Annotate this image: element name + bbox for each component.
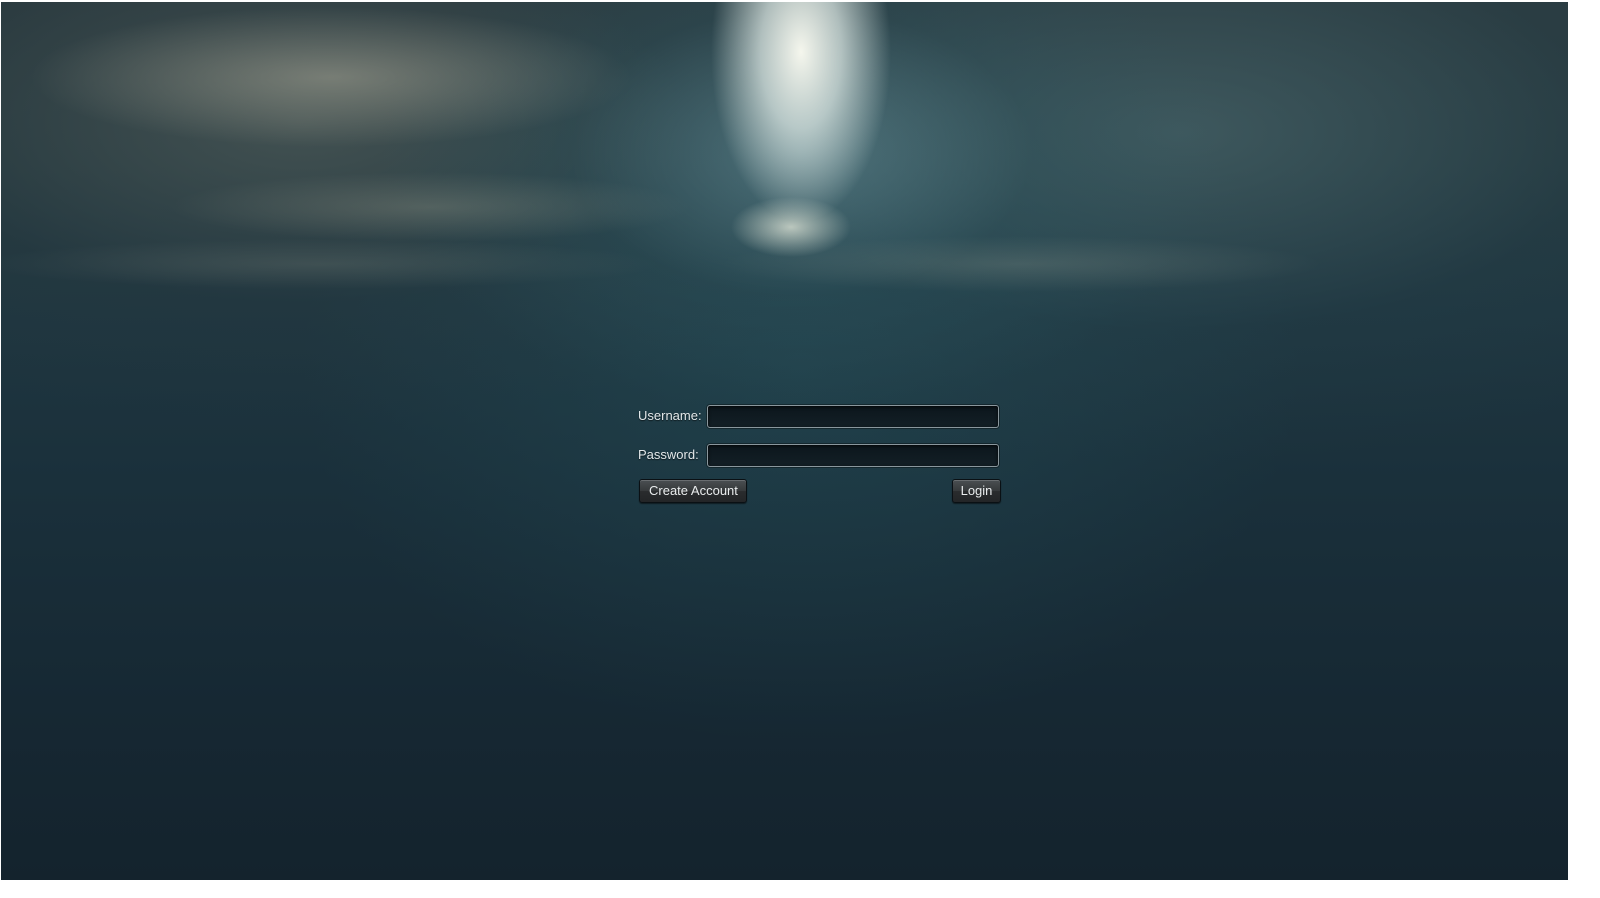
login-button[interactable]: Login (952, 479, 1001, 503)
username-input[interactable] (707, 405, 999, 428)
login-screen: Username: Password: Create Account Login (1, 2, 1568, 880)
password-input[interactable] (707, 444, 999, 467)
create-account-button[interactable]: Create Account (639, 479, 747, 503)
password-label: Password: (638, 447, 699, 462)
username-label: Username: (638, 408, 702, 423)
login-form: Username: Password: Create Account Login (638, 403, 1002, 505)
